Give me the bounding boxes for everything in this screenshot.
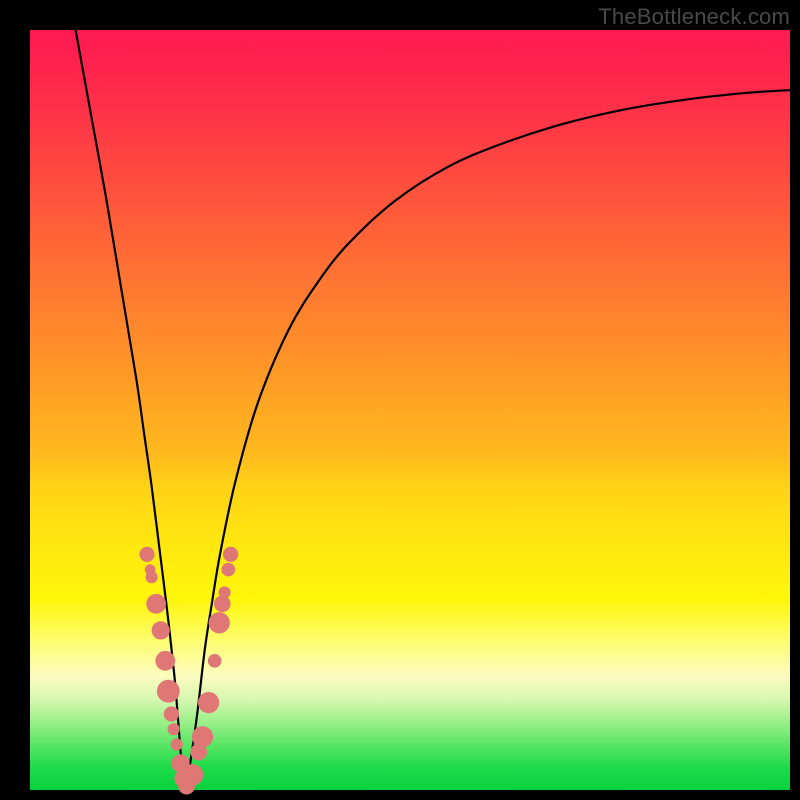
curve-marker [208, 654, 222, 668]
curve-markers [139, 547, 238, 795]
curve-marker [168, 723, 180, 735]
curve-marker [171, 738, 183, 750]
curve-marker [146, 594, 166, 614]
bottleneck-curve-path [76, 30, 790, 790]
curve-marker [152, 621, 170, 639]
curve-marker [222, 563, 236, 577]
curve-marker [209, 612, 230, 633]
chart-frame: TheBottleneck.com [0, 0, 800, 800]
curve-marker [155, 651, 175, 671]
curve-marker [146, 571, 158, 583]
curve-marker [157, 680, 180, 703]
curve-marker [164, 706, 179, 721]
curve-marker [198, 692, 219, 713]
bottleneck-curve-svg [30, 30, 790, 790]
curve-marker [192, 726, 213, 747]
plot-area [30, 30, 790, 790]
curve-marker [182, 764, 203, 785]
curve-marker [139, 547, 154, 562]
curve-marker [218, 586, 230, 598]
curve-marker [223, 547, 238, 562]
watermark-text: TheBottleneck.com [598, 4, 790, 30]
